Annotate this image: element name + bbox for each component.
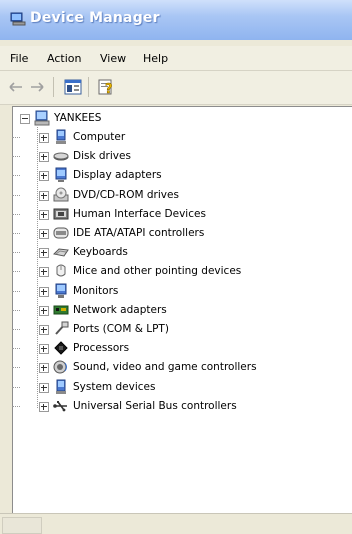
tree-item-label: Monitors	[73, 285, 119, 297]
properties-help-icon[interactable]: ?	[97, 78, 115, 96]
expand-toggle[interactable]	[39, 210, 49, 220]
expand-toggle[interactable]	[39, 287, 49, 297]
disk-drive-icon	[53, 152, 69, 161]
tree-item-label: Ports (COM & LPT)	[73, 323, 169, 335]
system-devices-icon	[56, 379, 66, 394]
tree-guide-line	[12, 406, 20, 407]
expand-toggle[interactable]	[39, 152, 49, 162]
tree-item-label: Keyboards	[73, 246, 128, 258]
tree-guide-line	[12, 214, 20, 215]
tree-item-label: Sound, video and game controllers	[73, 361, 257, 373]
device-manager-window: Device Manager File Action View Help ? Y…	[0, 0, 352, 534]
display-adapter-icon	[55, 167, 67, 182]
menu-file[interactable]: File	[10, 52, 28, 65]
collapse-toggle[interactable]	[20, 114, 30, 124]
network-adapter-icon	[53, 305, 69, 315]
status-bar	[0, 513, 352, 534]
tree-item-label: Human Interface Devices	[73, 208, 206, 220]
expand-toggle[interactable]	[39, 133, 49, 143]
menu-help[interactable]: Help	[143, 52, 168, 65]
sound-icon	[53, 360, 67, 374]
toolbar-separator	[88, 77, 89, 97]
computer-icon	[56, 129, 66, 144]
tree-item-label: Processors	[73, 342, 130, 354]
tree-guide-line	[12, 156, 20, 157]
show-hide-console-tree-icon[interactable]	[64, 79, 82, 95]
tree-item-label: IDE ATA/ATAPI controllers	[73, 227, 205, 239]
expand-toggle[interactable]	[39, 248, 49, 258]
tree-guide-line	[12, 271, 20, 272]
processor-icon	[54, 341, 68, 355]
device-tree[interactable]: YANKEES Computer Disk drives Display adapt…	[12, 106, 352, 514]
expand-toggle[interactable]	[39, 325, 49, 335]
tree-root-label: YANKEES	[54, 112, 102, 124]
tree-guide-line	[12, 387, 20, 388]
tree-guide-line	[12, 329, 20, 330]
device-manager-icon	[10, 12, 26, 26]
monitor-icon	[55, 283, 67, 298]
expand-toggle[interactable]	[39, 229, 49, 239]
tree-item-label: Mice and other pointing devices	[73, 265, 242, 277]
cd-drive-icon	[53, 187, 69, 202]
svg-text:?: ?	[105, 82, 113, 96]
tree-guide-line	[12, 175, 20, 176]
usb-icon	[53, 401, 67, 412]
toolbar-separator	[53, 77, 54, 97]
tree-guide-line	[12, 291, 20, 292]
tree-item-label: DVD/CD-ROM drives	[73, 189, 179, 201]
menu-view[interactable]: View	[100, 52, 126, 65]
hid-icon	[53, 208, 69, 220]
forward-arrow-icon[interactable]	[30, 81, 44, 93]
tree-guide-line	[12, 348, 20, 349]
computer-icon	[34, 110, 50, 126]
expand-toggle[interactable]	[39, 344, 49, 354]
mouse-icon	[56, 264, 66, 277]
tree-item-label: System devices	[73, 381, 156, 393]
menu-bar: File Action View Help	[0, 46, 352, 71]
menu-action[interactable]: Action	[47, 52, 81, 65]
tree-guide-line	[12, 137, 20, 138]
title-bar[interactable]: Device Manager	[0, 0, 352, 40]
back-arrow-icon[interactable]	[9, 81, 23, 93]
expand-toggle[interactable]	[39, 171, 49, 181]
tree-guide-line	[12, 310, 20, 311]
ide-controller-icon	[53, 227, 69, 239]
expand-toggle[interactable]	[39, 267, 49, 277]
port-icon	[55, 321, 69, 335]
expand-toggle[interactable]	[39, 306, 49, 316]
status-pane	[2, 517, 42, 534]
expand-toggle[interactable]	[39, 191, 49, 201]
tree-guide-line	[12, 233, 20, 234]
tree-guide-line	[12, 367, 20, 368]
tree-item-label: Universal Serial Bus controllers	[73, 400, 237, 412]
tree-item-label: Network adapters	[73, 304, 167, 316]
toolbar: ?	[0, 71, 352, 105]
tree-item-label: Display adapters	[73, 169, 162, 181]
tree-guide-line	[37, 127, 38, 408]
tree-guide-line	[12, 252, 20, 253]
tree-item-label: Disk drives	[73, 150, 131, 162]
tree-guide-line	[12, 195, 20, 196]
window-title: Device Manager	[30, 10, 160, 26]
expand-toggle[interactable]	[39, 383, 49, 393]
expand-toggle[interactable]	[39, 402, 49, 412]
tree-item-label: Computer	[73, 131, 126, 143]
keyboard-icon	[53, 248, 69, 257]
expand-toggle[interactable]	[39, 363, 49, 373]
